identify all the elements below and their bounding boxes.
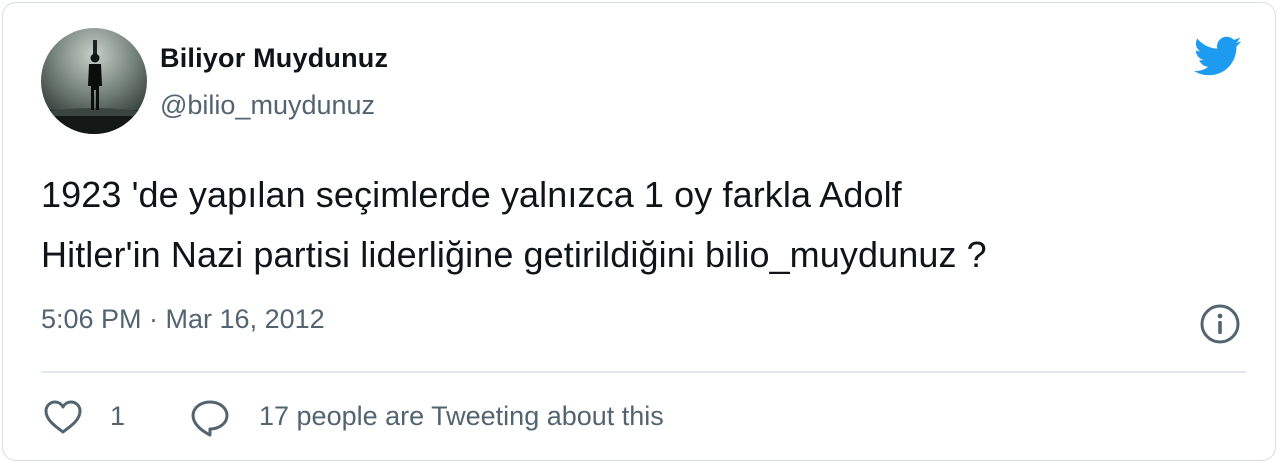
display-name[interactable]: Biliyor Muydunuz	[160, 43, 388, 74]
like-count: 1	[110, 401, 126, 431]
tweet-timestamp[interactable]: 5:06 PM · Mar 16, 2012	[41, 304, 325, 335]
info-icon[interactable]	[1199, 303, 1241, 345]
twitter-bird-icon[interactable]	[1189, 31, 1245, 81]
tweet-card: Biliyor Muydunuz @bilio_muydunuz 1923 'd…	[2, 2, 1276, 461]
user-handle[interactable]: @bilio_muydunuz	[160, 90, 375, 121]
tweet-text-line: 1923 'de yapılan seçimlerde yalnızca 1 o…	[41, 174, 902, 215]
tweeting-about-link[interactable]: 17 people are Tweeting about this	[259, 401, 664, 432]
tweet-text: 1923 'de yapılan seçimlerde yalnızca 1 o…	[41, 165, 1241, 285]
tweet-text-line: Hitler'in Nazi partisi liderliğine getir…	[41, 234, 987, 275]
divider	[41, 371, 1246, 373]
heart-icon[interactable]	[43, 399, 83, 435]
speech-bubble-icon[interactable]	[189, 398, 231, 438]
avatar[interactable]	[41, 28, 147, 134]
